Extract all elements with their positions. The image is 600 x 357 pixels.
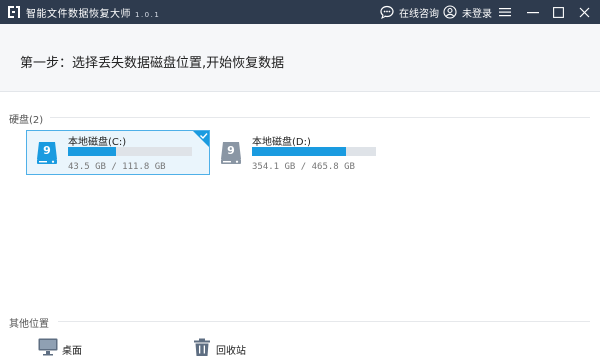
other-section-label: 其他位置 [9, 319, 49, 330]
drive-card-d[interactable]: 9 本地磁盘(D:) 354.1 GB / 465.8 GB [210, 130, 394, 175]
drive-d-name: 本地磁盘(D:) [252, 137, 311, 148]
minimize-icon [527, 12, 539, 14]
hard-drive-icon: 9 [37, 142, 57, 164]
drive-d-usage-bar [252, 147, 376, 156]
hamburger-icon [499, 8, 511, 17]
chat-icon [380, 5, 394, 19]
step-header: 第一步：选择丢失数据磁盘位置,开始恢复数据 [0, 24, 600, 92]
maximize-button[interactable] [549, 3, 567, 21]
location-desktop[interactable]: 桌面 [38, 338, 82, 357]
app-version: 1.0.1 [135, 11, 161, 19]
monitor-icon [38, 338, 58, 356]
svg-text:9: 9 [227, 144, 235, 157]
user-icon [443, 5, 457, 19]
login-label: 未登录 [462, 8, 492, 20]
drive-d-size: 354.1 GB / 465.8 GB [252, 162, 355, 172]
step-title: 第一步：选择丢失数据磁盘位置,开始恢复数据 [20, 56, 285, 71]
title-bar: 智能文件数据恢复大师 1.0.1 在线咨询 未登录 [0, 0, 600, 24]
drive-c-name: 本地磁盘(C:) [68, 137, 127, 148]
minimize-button[interactable] [524, 3, 542, 21]
location-recycle-bin[interactable]: 回收站 [192, 338, 246, 357]
disk-section-divider [50, 117, 590, 118]
recycle-bin-label: 回收站 [216, 346, 246, 357]
online-consult-label: 在线咨询 [399, 8, 439, 20]
app-logo-icon [8, 6, 20, 18]
drive-card-c[interactable]: 9 本地磁盘(C:) 43.5 GB / 111.8 GB [26, 130, 210, 175]
close-icon [579, 7, 589, 17]
svg-text:9: 9 [43, 144, 51, 157]
drive-c-usage-fill [68, 147, 117, 156]
drive-d-usage-fill [252, 147, 347, 156]
menu-button[interactable] [496, 3, 514, 21]
disk-section-label: 硬盘(2) [9, 115, 44, 126]
trash-icon [194, 338, 210, 356]
desktop-label: 桌面 [62, 346, 82, 357]
selected-check-icon [193, 131, 209, 147]
online-consult-button[interactable]: 在线咨询 [380, 4, 439, 20]
other-section-divider [58, 321, 590, 322]
hard-drive-icon: 9 [221, 142, 241, 164]
app-name: 智能文件数据恢复大师 [26, 9, 131, 20]
login-button[interactable]: 未登录 [443, 4, 492, 20]
close-button[interactable] [575, 3, 593, 21]
app-title: 智能文件数据恢复大师 1.0.1 [26, 5, 160, 20]
drive-c-size: 43.5 GB / 111.8 GB [68, 162, 166, 172]
maximize-icon [552, 6, 564, 18]
drive-c-usage-bar [68, 147, 192, 156]
